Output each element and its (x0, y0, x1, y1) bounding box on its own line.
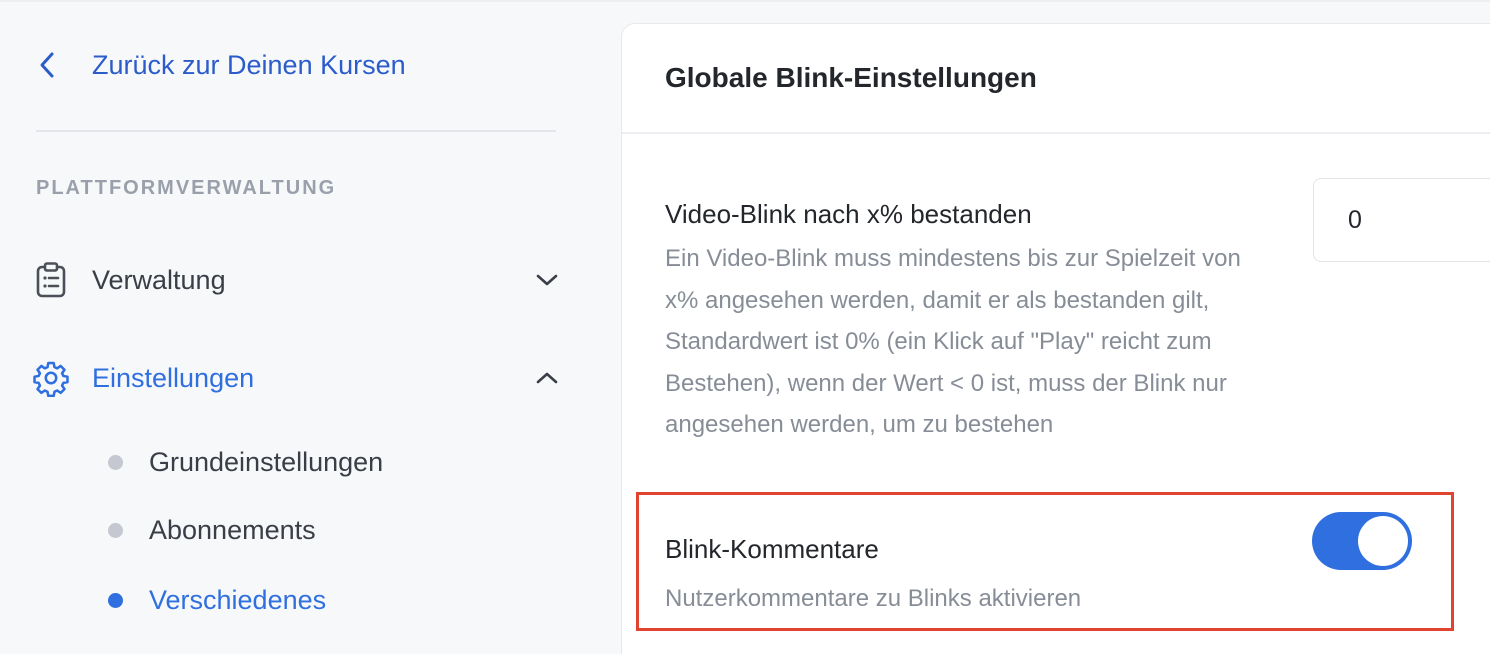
sidebar-item-verwaltung[interactable]: Verwaltung (32, 255, 562, 305)
chevron-down-icon (532, 255, 562, 305)
back-link-label: Zurück zur Deinen Kursen (92, 49, 406, 80)
bullet-dot (108, 522, 123, 538)
comments-toggle[interactable] (1312, 512, 1412, 570)
sidebar-item-einstellungen[interactable]: Einstellungen (32, 353, 562, 403)
sidebar-divider (36, 130, 556, 132)
toggle-knob (1358, 516, 1408, 566)
sidebar-subitem-abonnements[interactable]: Abonnements (108, 510, 316, 550)
bullet-dot (108, 454, 123, 470)
sidebar-subitem-verschiedenes[interactable]: Verschiedenes (108, 580, 326, 620)
clipboard-list-icon (32, 261, 70, 299)
sidebar-item-label: Verwaltung (92, 264, 226, 295)
video-setting-description: Ein Video-Blink muss mindestens bis zur … (665, 245, 1241, 438)
section-heading: PLATTFORMVERWALTUNG (36, 177, 337, 199)
sidebar-subitem-label: Grundeinstellungen (149, 446, 384, 477)
gear-icon (32, 359, 70, 397)
comments-setting-description: Nutzerkommentare zu Blinks aktivieren (665, 585, 1082, 612)
video-percent-input[interactable]: 0 (1313, 178, 1490, 262)
sidebar-item-label: Einstellungen (92, 362, 255, 393)
sidebar: Zurück zur Deinen Kursen PLATTFORMVERWAL… (0, 0, 600, 654)
video-setting-title: Video-Blink nach x% bestanden (665, 199, 1032, 229)
settings-card: Globale Blink-Einstellungen Video-Blink … (621, 23, 1490, 654)
chevron-up-icon (532, 353, 562, 403)
sidebar-subitem-label: Verschiedenes (149, 584, 327, 615)
card-title: Globale Blink-Einstellungen (665, 62, 1037, 93)
sidebar-subitem-label: Abonnements (149, 514, 316, 545)
page: Zurück zur Deinen Kursen PLATTFORMVERWAL… (0, 0, 1490, 654)
bullet-dot-active (108, 592, 123, 608)
sidebar-subitem-grundeinstellungen[interactable]: Grundeinstellungen (108, 442, 383, 482)
comments-setting-title: Blink-Kommentare (665, 534, 879, 564)
back-to-courses-link[interactable]: Zurück zur Deinen Kursen (36, 44, 406, 86)
card-divider (622, 132, 1490, 134)
chevron-left-icon (36, 50, 58, 80)
